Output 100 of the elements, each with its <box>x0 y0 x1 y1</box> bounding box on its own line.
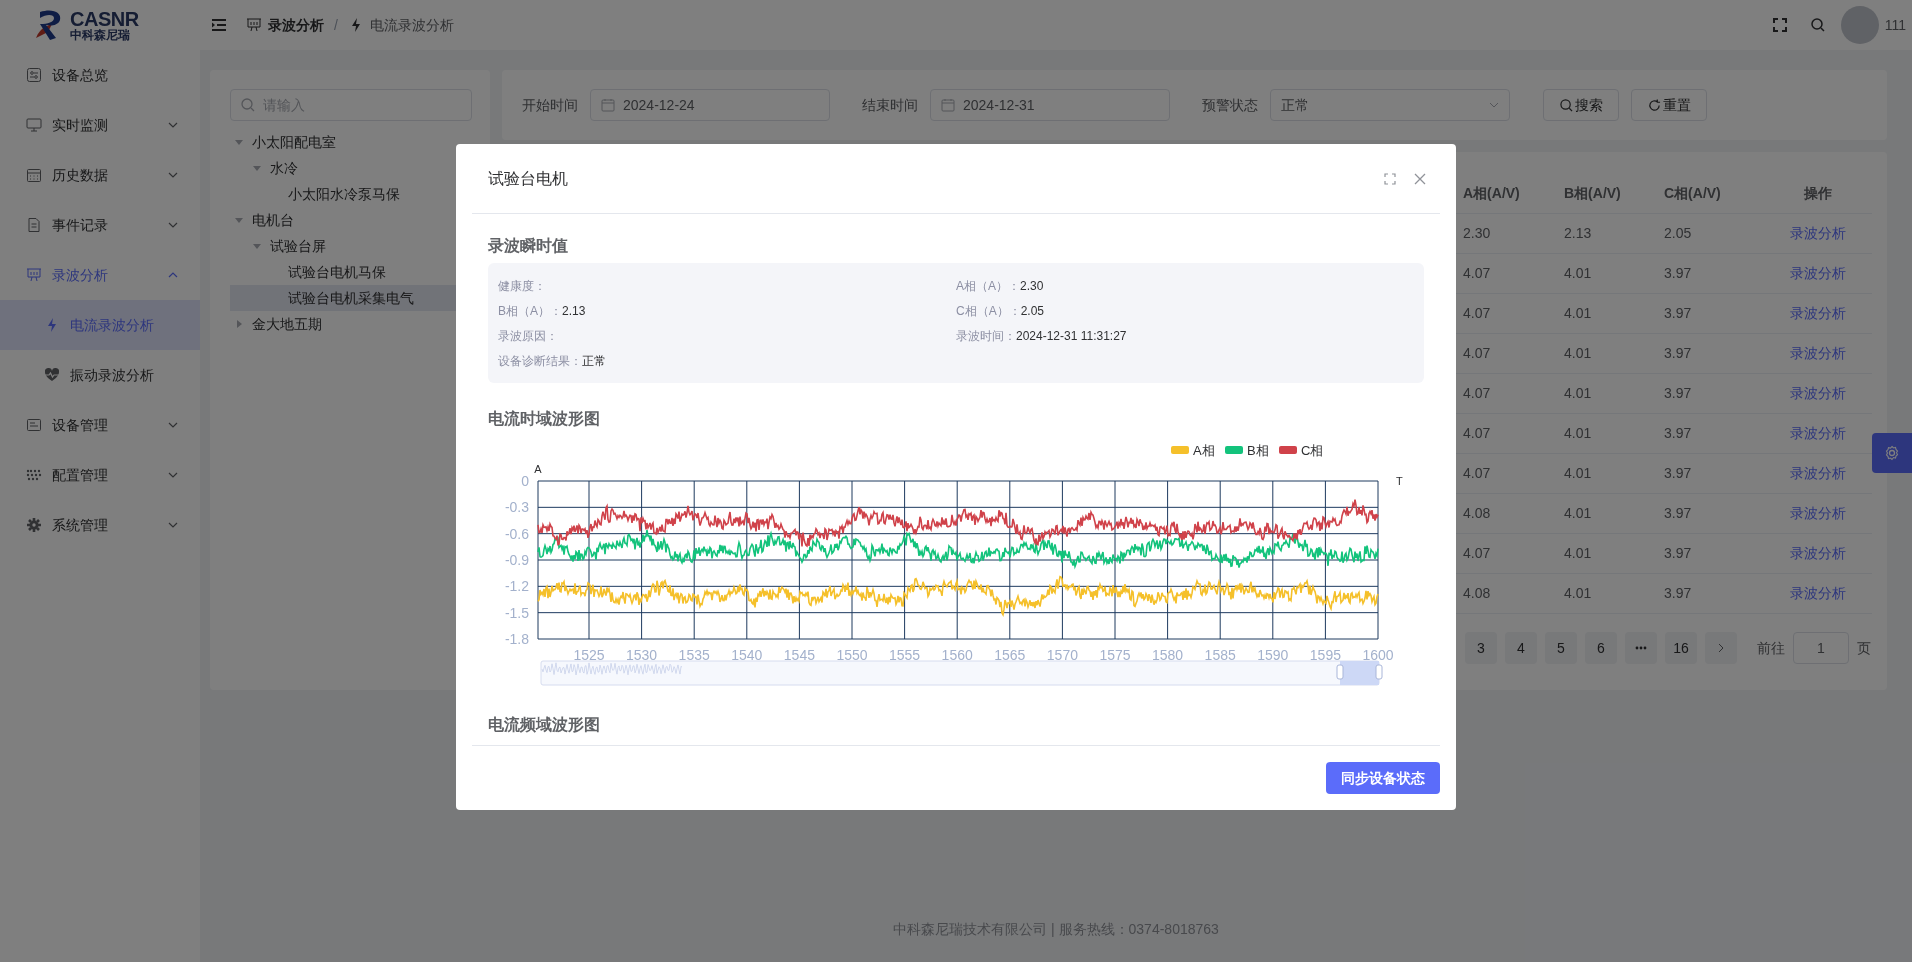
legend-item[interactable]: B相 <box>1225 443 1269 458</box>
analysis-link[interactable]: 录波分析 <box>1764 383 1872 404</box>
page-button[interactable]: 16 <box>1665 632 1697 664</box>
search-icon <box>241 98 255 112</box>
table-cell-text: 4.08 <box>1462 504 1492 523</box>
axis-label: 1565 <box>994 647 1026 663</box>
analysis-link[interactable]: 录波分析 <box>1764 303 1872 324</box>
table-cell-text: 4.01 <box>1564 504 1593 523</box>
logo-text: CASNR <box>70 9 139 29</box>
legend-item[interactable]: A相 <box>1171 443 1215 458</box>
analysis-link[interactable]: 录波分析 <box>1764 583 1872 604</box>
table-cell-text: 4.01 <box>1564 464 1593 483</box>
table-cell-text: 4.01 <box>1564 384 1593 403</box>
table-cell-text: 4.07 <box>1462 304 1492 323</box>
axis-label: 1540 <box>731 647 763 663</box>
table-cell-text: 3.97 <box>1664 504 1693 523</box>
next-page-button[interactable] <box>1705 632 1737 664</box>
axis-label: 1525 <box>573 647 605 663</box>
monitor-icon <box>26 117 42 133</box>
analysis-link[interactable]: 录波分析 <box>1764 503 1872 524</box>
legend-item[interactable]: C相 <box>1279 443 1324 458</box>
field-value: 2.05 <box>1020 302 1045 320</box>
axis-label: 1535 <box>678 647 710 663</box>
axis-title: A <box>534 463 542 475</box>
caret-icon[interactable] <box>252 163 262 173</box>
table-cell-text: 3.97 <box>1664 424 1693 443</box>
fullscreen-icon[interactable] <box>1772 18 1787 32</box>
analysis-link[interactable]: 录波分析 <box>1764 343 1872 364</box>
table-cell-text: 4.07 <box>1462 344 1492 363</box>
caret-icon[interactable] <box>234 137 244 147</box>
user-name: 111 <box>1884 15 1906 35</box>
axis-label: 1545 <box>783 647 815 663</box>
analysis-link[interactable]: 录波分析 <box>1764 423 1872 444</box>
chevron-icon <box>1489 102 1499 108</box>
page-button[interactable]: 4 <box>1505 632 1537 664</box>
field-label: 健康度： <box>498 277 546 295</box>
analysis-link[interactable]: 录波分析 <box>1764 263 1872 284</box>
analysis-link[interactable]: 录波分析 <box>1764 463 1872 484</box>
reset-button[interactable]: 重置 <box>1631 89 1707 121</box>
caret-icon[interactable] <box>234 215 244 225</box>
goto-suffix: 页 <box>1857 638 1871 658</box>
tree-item[interactable]: 试验台电机采集电气 <box>230 285 456 311</box>
maximize-icon[interactable] <box>1384 172 1396 185</box>
search-icon[interactable] <box>1810 18 1825 32</box>
analysis-link[interactable]: 录波分析 <box>1764 543 1872 564</box>
calendar-icon <box>601 98 615 112</box>
menu-item[interactable]: 事件记录 <box>0 200 200 250</box>
goto-label: 前往 <box>1757 638 1785 658</box>
submenu-item[interactable]: 振动录波分析 <box>0 350 200 400</box>
menu-item[interactable]: 历史数据 <box>0 150 200 200</box>
search-button[interactable]: 搜索 <box>1543 89 1619 121</box>
page-input[interactable]: 1 <box>1793 632 1849 664</box>
page-button[interactable]: 6 <box>1585 632 1617 664</box>
field-label: 设备诊断结果： <box>498 352 582 370</box>
filter-label: 开始时间 <box>522 95 578 115</box>
filter-label: 结束时间 <box>862 95 918 115</box>
date-field[interactable]: 2024-12-31 <box>930 89 1170 121</box>
caret-icon[interactable] <box>234 319 244 329</box>
table-cell-text: 2.13 <box>1564 224 1593 243</box>
sync-button[interactable]: 同步设备状态 <box>1326 762 1440 794</box>
table-cell-text: 4.07 <box>1462 464 1492 483</box>
close-icon[interactable] <box>1414 172 1426 185</box>
avatar[interactable] <box>1840 6 1879 44</box>
card-icon <box>26 417 42 433</box>
menu-item[interactable]: 设备管理 <box>0 400 200 450</box>
table-cell-text: 4.01 <box>1564 264 1593 283</box>
menu-item[interactable]: 配置管理 <box>0 450 200 500</box>
menu-item[interactable]: 设备总览 <box>0 50 200 100</box>
zoom-slider[interactable] <box>540 660 1383 686</box>
page-button[interactable]: 5 <box>1545 632 1577 664</box>
menu-item[interactable]: 实时监测 <box>0 100 200 150</box>
table-cell-text: 3.97 <box>1664 584 1693 603</box>
more-pages-button[interactable] <box>1625 632 1657 664</box>
presentation-icon <box>246 17 262 33</box>
dashboard-icon <box>26 67 42 83</box>
section-title: 电流频域波形图 <box>488 715 601 735</box>
axis-label: 1585 <box>1204 647 1236 663</box>
date-field[interactable]: 2024-12-24 <box>590 89 830 121</box>
table-cell-text: 4.07 <box>1462 544 1492 563</box>
breadcrumb-separator: / <box>334 15 338 35</box>
chevron-icon <box>168 272 178 278</box>
axis-label: 1600 <box>1362 647 1394 663</box>
breadcrumb-link[interactable]: 录波分析 <box>268 14 324 36</box>
caret-icon[interactable] <box>252 241 262 251</box>
filter-label: 预警状态 <box>1202 95 1258 115</box>
field-label: 录波原因： <box>498 327 558 345</box>
page-button[interactable]: 3 <box>1465 632 1497 664</box>
table-cell-text: 4.01 <box>1564 584 1593 603</box>
axis-label: 1590 <box>1257 647 1289 663</box>
chevron-icon <box>168 222 178 228</box>
select-field[interactable]: 正常 <box>1270 89 1510 121</box>
dots-grid-icon <box>26 467 42 483</box>
submenu-item[interactable]: 电流录波分析 <box>0 300 200 350</box>
settings-tab[interactable] <box>1872 433 1912 473</box>
table-cell-text: 4.07 <box>1462 264 1492 283</box>
menu-item[interactable]: 系统管理 <box>0 500 200 550</box>
menu-icon[interactable] <box>212 19 226 31</box>
analysis-link[interactable]: 录波分析 <box>1764 223 1872 244</box>
logo-subtitle: 中科森尼瑞 <box>70 29 131 41</box>
menu-item[interactable]: 录波分析 <box>0 250 200 300</box>
